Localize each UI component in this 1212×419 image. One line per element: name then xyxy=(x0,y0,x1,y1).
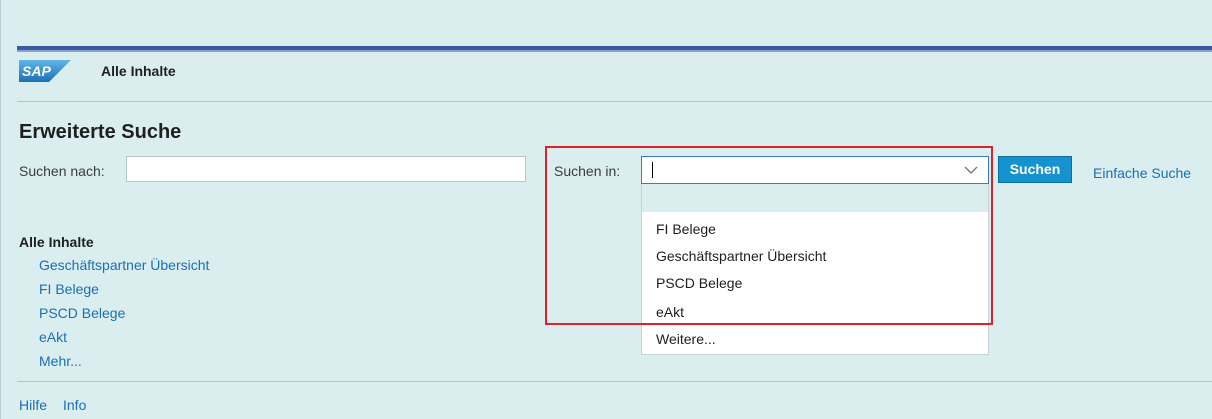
header-bar-shadow xyxy=(17,50,1212,52)
header-divider xyxy=(17,101,1212,102)
search-for-input[interactable] xyxy=(126,156,526,182)
tree-item-fi-belege[interactable]: FI Belege xyxy=(39,281,99,297)
dropdown-option-geschaeftspartner[interactable]: Geschäftspartner Übersicht xyxy=(656,248,826,264)
sap-logo-text: SAP xyxy=(22,63,51,79)
simple-search-link[interactable]: Einfache Suche xyxy=(1093,165,1191,181)
search-in-dropdown-list: FI Belege Geschäftspartner Übersicht PSC… xyxy=(641,184,989,355)
search-button[interactable]: Suchen xyxy=(998,156,1072,183)
dropdown-option-pscd-belege[interactable]: PSCD Belege xyxy=(656,275,742,291)
sap-logo[interactable]: SAP xyxy=(19,60,71,82)
help-link[interactable]: Hilfe xyxy=(19,397,47,413)
search-in-label: Suchen in: xyxy=(554,163,621,179)
search-in-combobox[interactable] xyxy=(641,156,989,184)
search-for-label: Suchen nach: xyxy=(19,163,105,179)
app-title: Alle Inhalte xyxy=(101,63,176,79)
tree-item-geschaeftspartner[interactable]: Geschäftspartner Übersicht xyxy=(39,257,209,273)
dropdown-option-empty[interactable] xyxy=(642,184,988,212)
dropdown-option-fi-belege[interactable]: FI Belege xyxy=(656,221,716,237)
content-tree-title: Alle Inhalte xyxy=(19,234,94,250)
page: SAP Alle Inhalte Erweiterte Suche Suchen… xyxy=(0,0,1212,419)
info-link[interactable]: Info xyxy=(63,397,86,413)
tree-item-pscd-belege[interactable]: PSCD Belege xyxy=(39,305,125,321)
dropdown-option-weitere[interactable]: Weitere... xyxy=(656,331,716,347)
tree-item-mehr[interactable]: Mehr... xyxy=(39,353,82,369)
page-title: Erweiterte Suche xyxy=(19,121,182,143)
chevron-down-icon[interactable] xyxy=(964,164,978,176)
text-caret xyxy=(652,162,653,178)
footer-divider xyxy=(17,381,1212,382)
dropdown-option-eakt[interactable]: eAkt xyxy=(656,304,684,320)
tree-item-eakt[interactable]: eAkt xyxy=(39,329,67,345)
